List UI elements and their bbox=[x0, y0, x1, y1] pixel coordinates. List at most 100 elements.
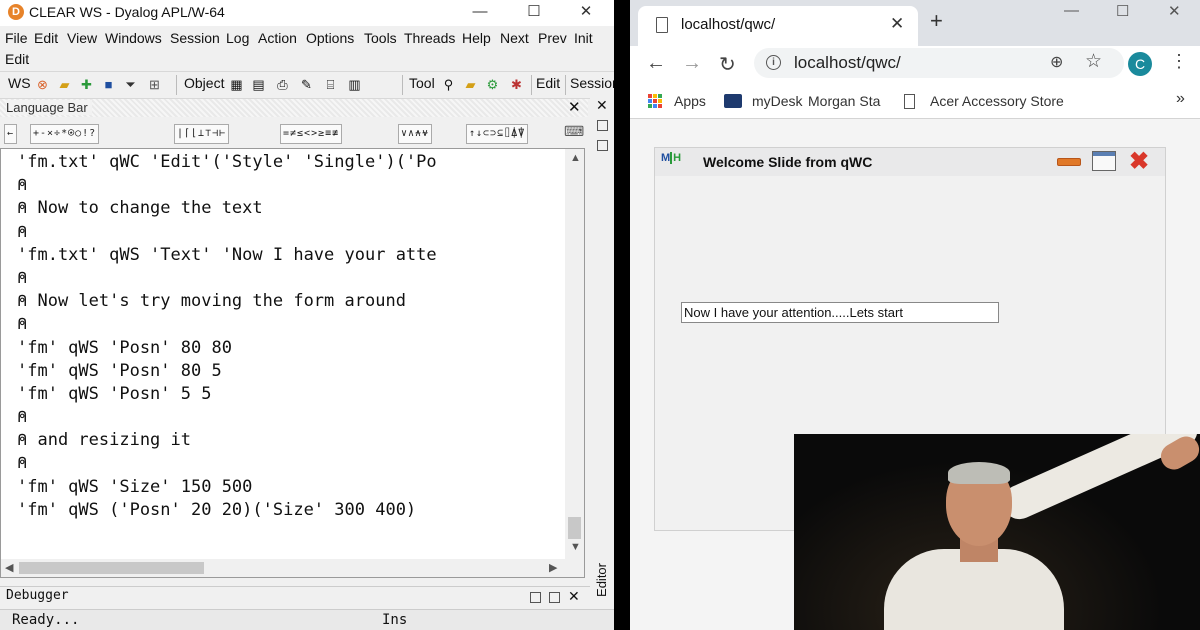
code-line: ⍝ bbox=[17, 407, 28, 428]
object-label: Object bbox=[184, 75, 225, 91]
session-window[interactable]: 'fm.txt' qWC 'Edit'('Style' 'Single')('P… bbox=[0, 148, 585, 578]
menu-init[interactable]: Init bbox=[574, 28, 593, 48]
bookmark-morgan[interactable]: Morgan Sta bbox=[808, 93, 882, 109]
session-log[interactable]: 'fm.txt' qWC 'Edit'('Style' 'Single')('P… bbox=[17, 151, 565, 525]
forward-icon[interactable]: → bbox=[682, 52, 702, 75]
scroll-down-icon[interactable]: ▼ bbox=[570, 541, 581, 553]
explorer-icon[interactable]: ⊞ bbox=[146, 76, 163, 93]
print-icon[interactable]: ⎙ bbox=[274, 76, 291, 93]
close-icon[interactable]: ✕ bbox=[566, 2, 606, 22]
back-icon[interactable]: ← bbox=[646, 52, 666, 75]
run-icon[interactable]: ⚙ bbox=[484, 76, 501, 93]
open-folder-icon[interactable]: ▰ bbox=[56, 76, 73, 93]
bookmark-acer[interactable]: Acer Accessory Store bbox=[930, 93, 1064, 109]
menu-action[interactable]: Action bbox=[258, 28, 297, 48]
language-bar-structural[interactable]: |⌈⌊⊥⊤⊣⊢ bbox=[174, 124, 230, 144]
language-bar-logical[interactable]: ∨∧⍲⍱ bbox=[398, 124, 433, 144]
dock-box-icon[interactable] bbox=[597, 120, 608, 131]
minimize-icon[interactable]: — bbox=[460, 2, 500, 22]
editor-dock-strip: ✕ Editor bbox=[590, 95, 614, 630]
browser-tab[interactable]: localhost/qwc/ ✕ bbox=[638, 6, 918, 46]
folder-icon[interactable]: ▰ bbox=[462, 76, 479, 93]
grid-icon[interactable]: ▦ bbox=[228, 76, 245, 93]
dock-box-icon[interactable] bbox=[530, 592, 541, 603]
menu-prev[interactable]: Prev bbox=[538, 28, 567, 48]
dock-box-icon[interactable] bbox=[597, 140, 608, 151]
minimize-icon[interactable] bbox=[1057, 158, 1081, 166]
filter-icon[interactable]: ⏷ bbox=[122, 76, 139, 93]
search-icon[interactable]: ⚲ bbox=[440, 76, 457, 93]
language-bar-assign[interactable]: ← bbox=[4, 124, 18, 144]
minimize-icon[interactable]: — bbox=[1064, 2, 1079, 19]
language-bar-arith[interactable]: +-×÷*⍟○!? bbox=[30, 124, 100, 144]
menu-view[interactable]: View bbox=[67, 28, 97, 48]
session-label[interactable]: Session bbox=[570, 75, 614, 91]
zoom-icon[interactable]: ⊕ bbox=[1050, 52, 1063, 72]
menu-help[interactable]: Help bbox=[462, 28, 491, 48]
edit-label[interactable]: Edit bbox=[536, 75, 560, 91]
menu-tools[interactable]: Tools bbox=[364, 28, 397, 48]
scroll-thumb[interactable] bbox=[19, 562, 204, 574]
menu-windows[interactable]: Windows bbox=[105, 28, 162, 48]
bookmark-mydesk[interactable]: myDesk bbox=[752, 93, 803, 109]
scroll-right-icon[interactable]: ▶ bbox=[549, 561, 557, 574]
editor-tab-label[interactable]: Editor bbox=[594, 563, 609, 597]
code-line: 'fm' qWS 'Size' 150 500 bbox=[17, 476, 253, 497]
code-line: ⍝ bbox=[17, 314, 28, 335]
scroll-left-icon[interactable]: ◀ bbox=[5, 561, 13, 574]
keyboard-icon[interactable]: ⌨ bbox=[564, 123, 584, 140]
maximize-icon[interactable]: ☐ bbox=[514, 2, 554, 22]
columns-icon[interactable]: ▥ bbox=[346, 76, 363, 93]
menu-edit[interactable]: Edit bbox=[34, 28, 58, 48]
properties-icon[interactable]: ⌸ bbox=[322, 76, 339, 93]
code-line: 'fm.txt' qWS 'Text' 'Now I have your att… bbox=[17, 244, 437, 265]
close-icon[interactable]: ✕ bbox=[568, 588, 580, 605]
scroll-thumb[interactable] bbox=[568, 517, 581, 539]
menu-file[interactable]: File bbox=[5, 28, 28, 48]
horizontal-scrollbar[interactable]: ◀ ▶ bbox=[1, 559, 584, 577]
scroll-up-icon[interactable]: ▲ bbox=[570, 152, 581, 164]
close-icon[interactable]: ✕ bbox=[568, 98, 581, 116]
table-icon[interactable]: ▤ bbox=[250, 76, 267, 93]
page-icon bbox=[656, 17, 668, 33]
reload-icon[interactable]: ↻ bbox=[719, 52, 736, 77]
url-text[interactable]: localhost/qwc/ bbox=[794, 53, 901, 73]
save-icon[interactable]: ■ bbox=[100, 76, 117, 93]
maximize-icon[interactable]: ☐ bbox=[1116, 2, 1129, 20]
menu-threads[interactable]: Threads bbox=[404, 28, 455, 48]
menu-kebab-icon[interactable]: ⋮ bbox=[1170, 51, 1188, 72]
menu-session[interactable]: Session bbox=[170, 28, 220, 48]
apps-icon[interactable] bbox=[648, 94, 662, 108]
language-bar-comparison[interactable]: =≠≤<>≥≡≢ bbox=[280, 124, 343, 144]
page-content: MH Welcome Slide from qWC ✖ Now I have y… bbox=[630, 119, 1200, 630]
address-bar[interactable]: i localhost/qwc/ ⊕ ☆ bbox=[754, 48, 1124, 78]
profile-avatar[interactable]: C bbox=[1128, 52, 1152, 76]
close-tab-icon[interactable]: ✕ bbox=[890, 14, 904, 34]
copy-icon[interactable]: ✚ bbox=[78, 76, 95, 93]
debug-icon[interactable]: ✱ bbox=[508, 76, 525, 93]
maximize-icon[interactable] bbox=[1092, 151, 1116, 171]
code-line: ⍝ bbox=[17, 221, 28, 242]
dock-box-icon[interactable] bbox=[549, 592, 560, 603]
clear-ws-icon[interactable]: ⊗ bbox=[34, 76, 51, 93]
menu-edit-2[interactable]: Edit bbox=[5, 49, 29, 69]
bookmark-star-icon[interactable]: ☆ bbox=[1085, 50, 1102, 73]
new-tab-icon[interactable]: + bbox=[930, 8, 943, 34]
code-line: 'fm' qWS ('Posn' 20 20)('Size' 300 400) bbox=[17, 499, 417, 520]
close-icon[interactable]: ✕ bbox=[1168, 2, 1181, 20]
menu-log[interactable]: Log bbox=[226, 28, 249, 48]
language-bar-selection[interactable]: ↑↓⊂⊃⊆⌷⍋⍒ bbox=[466, 124, 529, 144]
info-icon[interactable]: i bbox=[766, 55, 781, 70]
code-line: ⍝ bbox=[17, 267, 28, 288]
close-icon[interactable]: ✖ bbox=[1129, 147, 1149, 176]
vertical-scrollbar[interactable]: ▲ ▼ bbox=[565, 149, 584, 559]
edit-object-icon[interactable]: ✎ bbox=[298, 76, 315, 93]
close-icon[interactable]: ✕ bbox=[596, 97, 608, 114]
qwc-text-field[interactable]: Now I have your attention.....Lets start bbox=[681, 302, 999, 323]
menu-options[interactable]: Options bbox=[306, 28, 354, 48]
insert-mode-indicator: Ins bbox=[382, 612, 408, 628]
menu-next[interactable]: Next bbox=[500, 28, 529, 48]
bookmark-apps[interactable]: Apps bbox=[674, 93, 706, 109]
more-bookmarks-icon[interactable]: » bbox=[1176, 90, 1185, 108]
qwc-titlebar[interactable]: MH Welcome Slide from qWC ✖ bbox=[655, 148, 1165, 176]
